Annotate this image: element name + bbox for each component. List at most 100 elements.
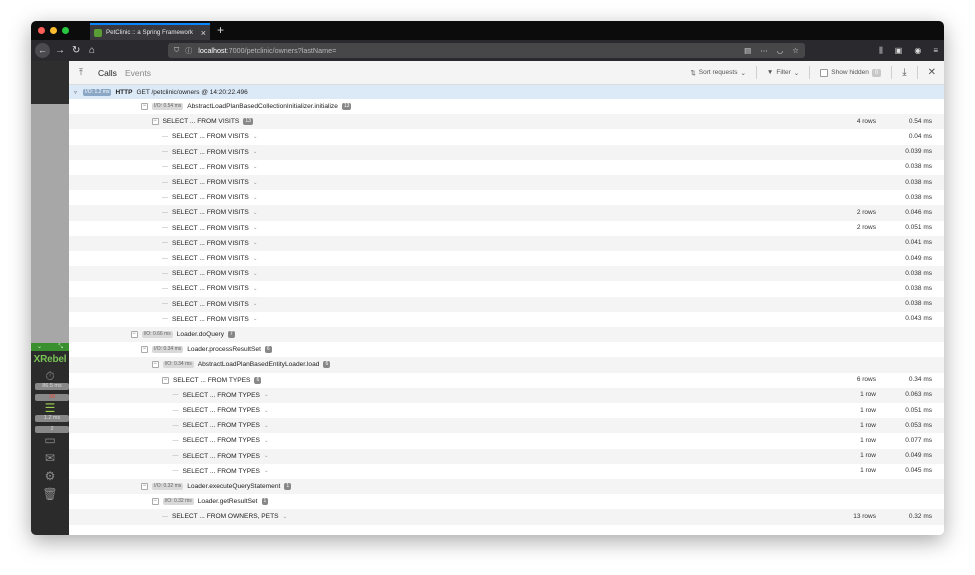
- sidebar-item-messages[interactable]: ✉: [31, 451, 69, 465]
- new-tab-button[interactable]: +: [217, 23, 224, 37]
- collapse-toggle-icon[interactable]: −: [141, 483, 148, 491]
- divider: [809, 66, 811, 79]
- expand-query-chevron-icon[interactable]: ⌄: [264, 438, 269, 444]
- maximize-window-button[interactable]: [62, 27, 69, 34]
- expand-query-chevron-icon[interactable]: ⌄: [253, 316, 258, 322]
- collapse-caret-icon[interactable]: ▿: [74, 89, 77, 96]
- download-icon[interactable]: ⤓: [902, 67, 906, 78]
- sidebar-item-database[interactable]: 39 ☰ 1.2 ms: [31, 394, 69, 422]
- duration: 0.049 ms: [905, 452, 932, 460]
- menu-icon[interactable]: ≡: [933, 43, 938, 58]
- call-label: SELECT ... FROM OWNERS, PETS: [172, 513, 279, 521]
- collapse-toggle-icon[interactable]: −: [162, 376, 169, 384]
- sidebar-item-requests[interactable]: 2 ▭: [31, 426, 69, 447]
- expand-query-chevron-icon[interactable]: ⌄: [264, 468, 269, 474]
- expand-query-chevron-icon[interactable]: ⌄: [253, 301, 258, 307]
- tree-leaf-row[interactable]: — SELECT ... FROM OWNERS, PETS ⌄: [162, 509, 287, 524]
- tree-leaf-row[interactable]: — SELECT ... FROM TYPES ⌄: [173, 388, 269, 403]
- tree-node-row[interactable]: − I/O: 0.66 ms Loader.doQuery 7: [130, 327, 235, 342]
- tree-leaf-row[interactable]: — SELECT ... FROM TYPES ⌄: [173, 418, 269, 433]
- request-row[interactable]: ▿ I/O: 1.2 ms HTTP GET /petclinic/owners…: [69, 85, 944, 99]
- expand-query-chevron-icon[interactable]: ⌄: [253, 240, 258, 246]
- leaf-connector-icon: —: [162, 316, 168, 323]
- collapse-toggle-icon[interactable]: −: [141, 346, 148, 354]
- tree-leaf-row[interactable]: — SELECT ... FROM VISITS ⌄: [162, 266, 257, 281]
- tree-leaf-row[interactable]: — SELECT ... FROM VISITS ⌄: [162, 205, 257, 220]
- expand-query-chevron-icon[interactable]: ⌄: [253, 286, 258, 292]
- tree-leaf-row[interactable]: — SELECT ... FROM VISITS ⌄: [162, 251, 257, 266]
- collapse-toggle-icon[interactable]: −: [141, 103, 148, 111]
- forward-button[interactable]: →: [55, 43, 65, 58]
- expand-query-chevron-icon[interactable]: ⌄: [253, 225, 258, 231]
- home-button[interactable]: ⌂: [89, 43, 95, 58]
- back-button[interactable]: ←: [35, 43, 50, 58]
- panel-handle[interactable]: ⌄ ⤡: [31, 343, 69, 351]
- tree-leaf-row[interactable]: — SELECT ... FROM TYPES ⌄: [173, 403, 269, 418]
- expand-query-chevron-icon[interactable]: ⌄: [253, 164, 258, 170]
- expand-icon[interactable]: ⤡: [58, 343, 63, 351]
- minimize-window-button[interactable]: [50, 27, 57, 34]
- library-icon[interactable]: ⫼: [879, 43, 883, 58]
- tree-leaf-row[interactable]: — SELECT ... FROM TYPES ⌄: [173, 449, 269, 464]
- tree-leaf-row[interactable]: — SELECT ... FROM VISITS ⌄: [162, 190, 257, 205]
- reader-view-icon[interactable]: ▤: [744, 46, 751, 55]
- tree-leaf-row[interactable]: — SELECT ... FROM VISITS ⌄: [162, 129, 257, 144]
- tree-node-row[interactable]: − I/O: 0.32 ms Loader.executeQueryStatemen…: [141, 479, 292, 494]
- expand-query-chevron-icon[interactable]: ⌄: [253, 149, 258, 155]
- sidebar-item-settings[interactable]: ⚙: [31, 469, 69, 483]
- close-window-button[interactable]: [38, 27, 45, 34]
- sidebar-toggle-icon[interactable]: ▣: [895, 43, 903, 58]
- collapse-all-icon[interactable]: ⤒: [79, 67, 83, 78]
- expand-query-chevron-icon[interactable]: ⌄: [264, 453, 269, 459]
- pocket-icon[interactable]: ◡: [777, 46, 784, 55]
- expand-query-chevron-icon[interactable]: ⌄: [264, 408, 269, 414]
- collapse-chevron-icon[interactable]: ⌄: [37, 343, 42, 351]
- bookmark-star-icon[interactable]: ☆: [792, 46, 799, 55]
- tree-leaf-row[interactable]: — SELECT ... FROM VISITS ⌄: [162, 175, 257, 190]
- browser-tab[interactable]: PetClinic :: a Spring Framework ×: [90, 23, 210, 40]
- tree-leaf-row[interactable]: — SELECT ... FROM TYPES ⌄: [173, 433, 269, 448]
- collapse-toggle-icon[interactable]: −: [151, 118, 159, 126]
- expand-query-chevron-icon[interactable]: ⌄: [253, 180, 258, 186]
- sort-requests-dropdown[interactable]: ⇅ Sort requests ⌄: [690, 69, 746, 77]
- expand-query-chevron-icon[interactable]: ⌄: [253, 195, 258, 201]
- tree-node-row[interactable]: − I/O: 0.34 ms AbstractLoadPlanBasedEntity…: [151, 357, 331, 372]
- expand-query-chevron-icon[interactable]: ⌄: [283, 514, 288, 520]
- tree-node-row[interactable]: − SELECT ... FROM TYPES 6: [162, 373, 262, 388]
- tree-leaf-row[interactable]: — SELECT ... FROM VISITS ⌄: [162, 160, 257, 175]
- show-hidden-checkbox[interactable]: [820, 68, 829, 77]
- filter-dropdown[interactable]: ▼ Filter ⌄: [767, 69, 799, 77]
- tree-leaf-row[interactable]: — SELECT ... FROM VISITS ⌄: [162, 145, 257, 160]
- tree-node-row[interactable]: − SELECT ... FROM VISITS 13: [151, 114, 253, 129]
- tree-leaf-row[interactable]: — SELECT ... FROM VISITS ⌄: [162, 297, 257, 312]
- collapse-toggle-icon[interactable]: −: [151, 498, 159, 506]
- tree-leaf-row[interactable]: — SELECT ... FROM VISITS ⌄: [162, 236, 257, 251]
- page-actions-icon[interactable]: ⋯: [760, 46, 768, 55]
- expand-query-chevron-icon[interactable]: ⌄: [264, 423, 269, 429]
- collapse-toggle-icon[interactable]: −: [130, 331, 138, 339]
- nav-bar: ← → ↻ ⌂ ⛉ ⓘ localhost:7000/petclinic/own…: [31, 40, 944, 61]
- expand-query-chevron-icon[interactable]: ⌄: [253, 271, 258, 277]
- reload-button[interactable]: ↻: [72, 43, 80, 58]
- tree-node-row[interactable]: − I/O: 0.54 ms AbstractLoadPlanBasedCollec…: [141, 99, 352, 114]
- tree-node-row[interactable]: − I/O: 0.32 ms Loader.getResultSet 1: [151, 494, 269, 509]
- tree-leaf-row[interactable]: — SELECT ... FROM TYPES ⌄: [173, 464, 269, 479]
- expand-query-chevron-icon[interactable]: ⌄: [253, 256, 258, 262]
- close-icon[interactable]: ✕: [928, 67, 936, 78]
- collapse-toggle-icon[interactable]: −: [151, 361, 159, 369]
- tab-calls[interactable]: Calls: [98, 68, 117, 78]
- tab-close-icon[interactable]: ×: [201, 28, 206, 38]
- expand-query-chevron-icon[interactable]: ⌄: [253, 210, 258, 216]
- account-icon[interactable]: ◉: [914, 43, 921, 58]
- tree-leaf-row[interactable]: — SELECT ... FROM VISITS ⌄: [162, 221, 257, 236]
- tab-events[interactable]: Events: [125, 68, 151, 78]
- sidebar-item-clear[interactable]: 🗑: [31, 487, 69, 501]
- tree-leaf-row[interactable]: — SELECT ... FROM VISITS ⌄: [162, 281, 257, 296]
- tree-leaf-row[interactable]: — SELECT ... FROM VISITS ⌄: [162, 312, 257, 327]
- expand-query-chevron-icon[interactable]: ⌄: [253, 134, 258, 140]
- url-bar[interactable]: ⛉ ⓘ localhost:7000/petclinic/owners?last…: [168, 43, 805, 58]
- tree-node-row[interactable]: − I/O: 0.34 ms Loader.processResultSet 6: [141, 342, 272, 357]
- show-hidden-toggle[interactable]: Show hidden 0: [820, 68, 882, 77]
- expand-query-chevron-icon[interactable]: ⌄: [264, 392, 269, 398]
- sidebar-item-timing[interactable]: ⏱ 86.5 ms: [31, 369, 69, 390]
